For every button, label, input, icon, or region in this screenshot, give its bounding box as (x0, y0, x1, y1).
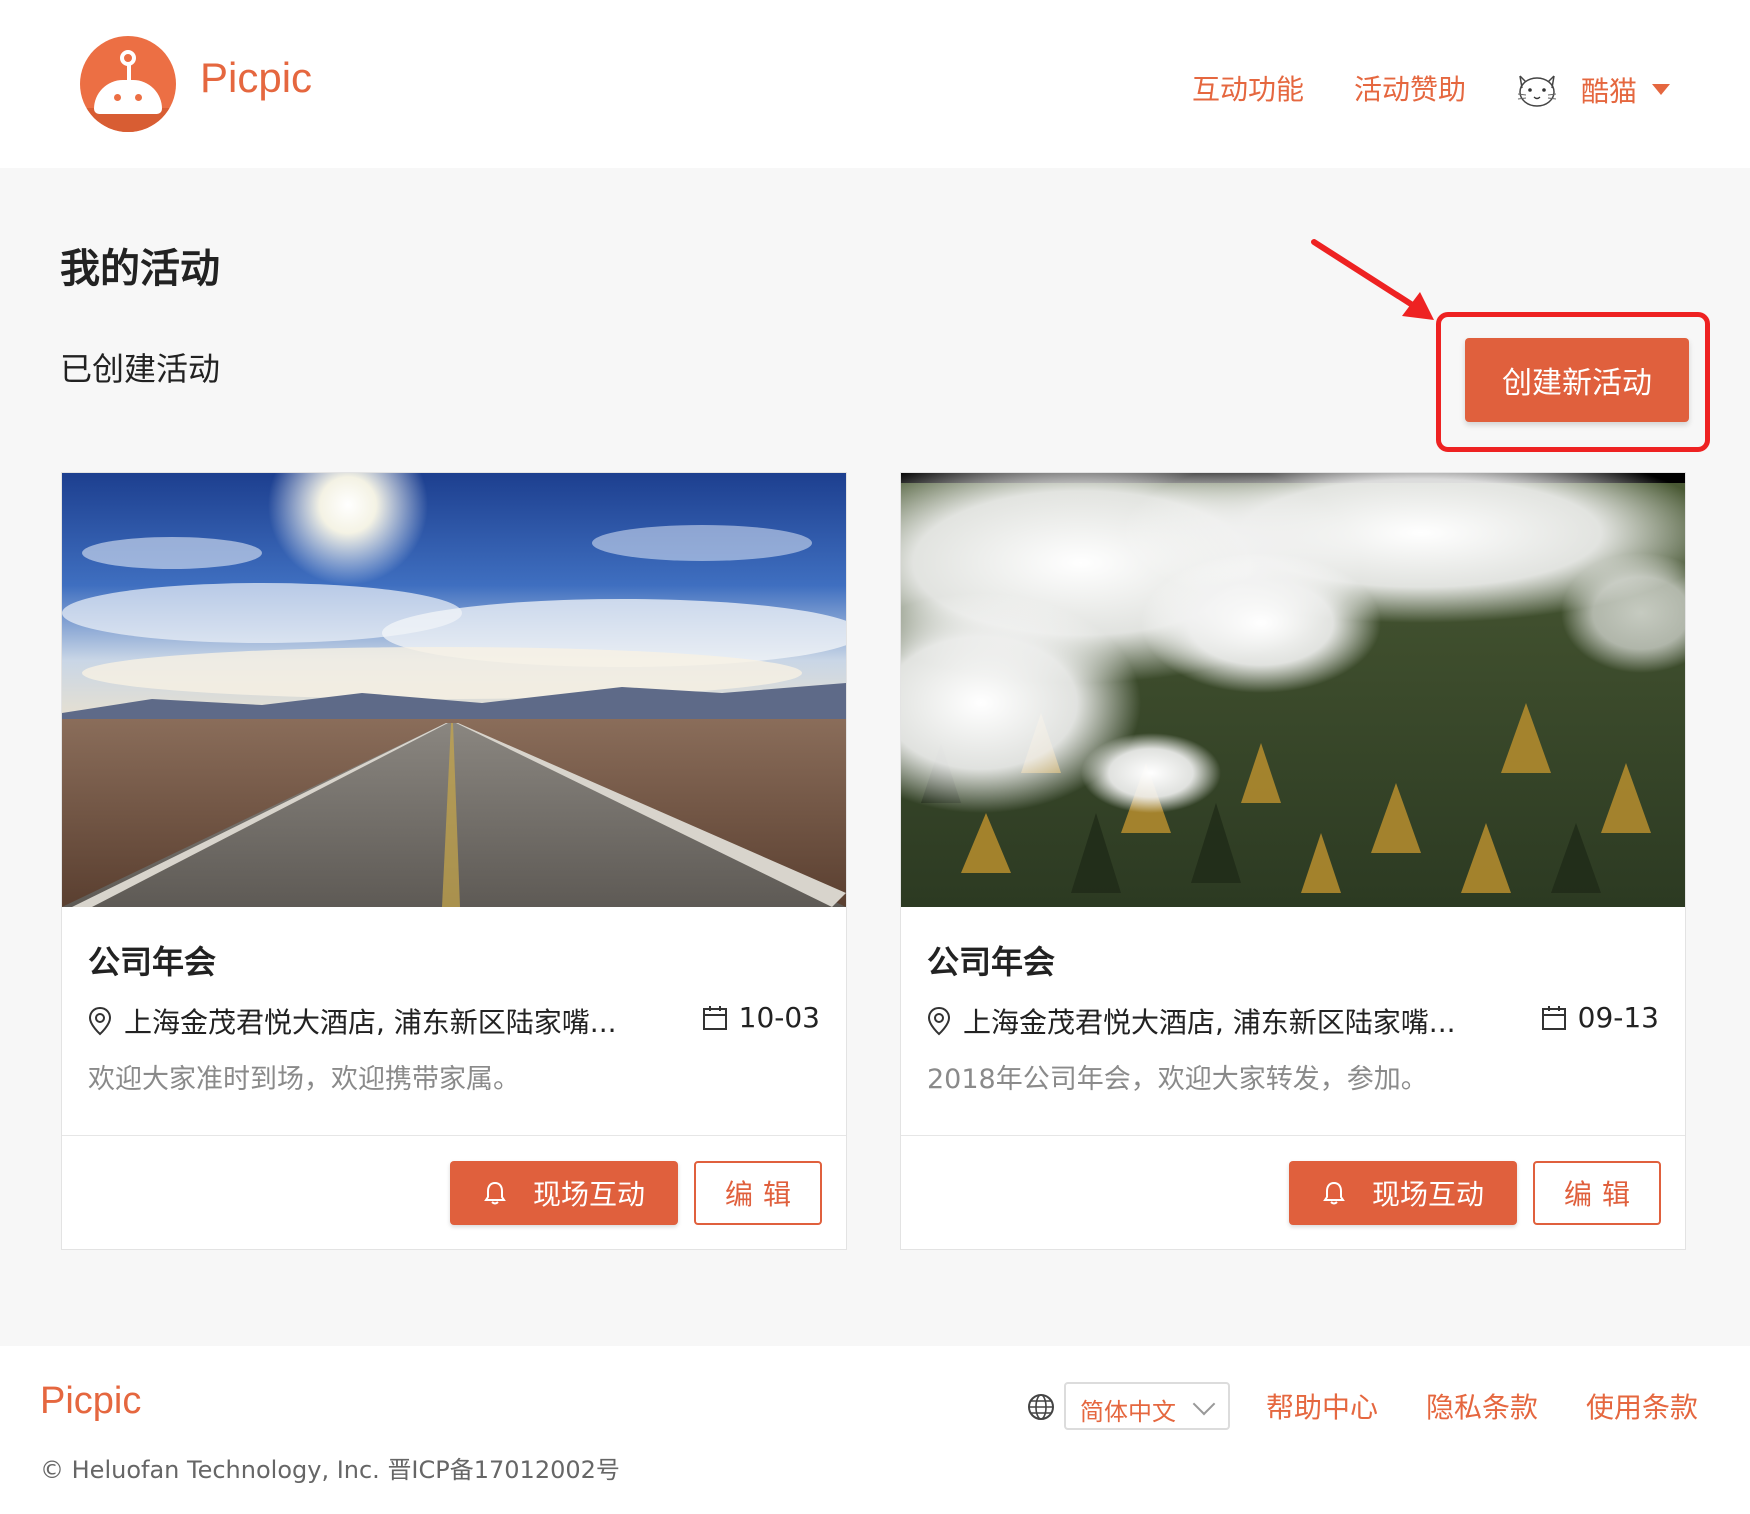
nav-interactive-features[interactable]: 互动功能 (1192, 68, 1304, 108)
brand-name[interactable]: Picpic (200, 54, 312, 102)
live-interaction-label: 现场互动 (1371, 1179, 1484, 1210)
dropdown-caret-icon[interactable] (1652, 84, 1670, 95)
annotation-arrow-icon (1311, 239, 1434, 320)
language-select-value: 简体中文 (1080, 1398, 1176, 1426)
page-title: 我的活动 (60, 246, 220, 292)
card-description: 2018年公司年会，欢迎大家转发，参加。 (927, 1064, 1428, 1095)
card-description: 欢迎大家准时到场，欢迎携带家属。 (88, 1064, 520, 1095)
globe-icon (1028, 1394, 1054, 1420)
event-card[interactable]: 公司年会 上海金茂君悦大酒店, 浦东新区陆家嘴... 10-03 欢迎大家准时到… (61, 472, 847, 1250)
edit-button[interactable]: 编辑 (1533, 1161, 1661, 1225)
live-interaction-button[interactable]: 现场互动 (1289, 1161, 1517, 1225)
card-location-text: 上海金茂君悦大酒店, 浦东新区陆家嘴... (124, 1006, 617, 1039)
card-date-text: 09-13 (1577, 1001, 1659, 1034)
card-title: 公司年会 (927, 943, 1056, 981)
page-footer: Picpic 简体中文 帮助中心 隐私条款 使用条款 © Heluofan Te… (0, 1346, 1750, 1514)
desert-road-photo[interactable] (62, 473, 846, 907)
card-location-text: 上海金茂君悦大酒店, 浦东新区陆家嘴... (963, 1006, 1456, 1039)
event-card[interactable]: 公司年会 上海金茂君悦大酒店, 浦东新区陆家嘴... 09-13 2018年公司… (900, 472, 1686, 1250)
top-header: Picpic 互动功能 活动赞助 酷猫 (0, 0, 1750, 168)
live-interaction-label: 现场互动 (532, 1179, 645, 1210)
cat-avatar-icon[interactable] (1514, 70, 1560, 110)
live-interaction-button[interactable]: 现场互动 (450, 1161, 678, 1225)
card-divider (62, 1135, 846, 1136)
misty-forest-photo[interactable] (901, 473, 1685, 907)
language-select[interactable]: 简体中文 (1064, 1382, 1230, 1430)
help-center-link[interactable]: 帮助中心 (1266, 1386, 1378, 1426)
footer-brand[interactable]: Picpic (40, 1380, 141, 1423)
location-pin-icon (88, 1006, 112, 1036)
terms-of-use-link[interactable]: 使用条款 (1586, 1386, 1698, 1426)
nav-event-sponsorship[interactable]: 活动赞助 (1354, 68, 1466, 108)
card-divider (901, 1135, 1685, 1136)
chevron-down-icon (1192, 1392, 1216, 1416)
edit-button[interactable]: 编辑 (694, 1161, 822, 1225)
section-title: 已创建活动 (60, 350, 221, 388)
card-date: 09-13 (1540, 1001, 1659, 1034)
card-date: 10-03 (701, 1001, 820, 1034)
picpic-logo-icon[interactable] (80, 36, 176, 132)
calendar-icon (1541, 1005, 1566, 1030)
card-location: 上海金茂君悦大酒店, 浦东新区陆家嘴... (927, 1001, 1456, 1041)
create-event-button[interactable]: 创建新活动 (1465, 338, 1689, 422)
location-pin-icon (927, 1006, 951, 1036)
copyright-text: © Heluofan Technology, Inc. 晋ICP备1701200… (40, 1456, 620, 1484)
bell-icon (484, 1181, 506, 1205)
privacy-policy-link[interactable]: 隐私条款 (1426, 1386, 1538, 1426)
card-location: 上海金茂君悦大酒店, 浦东新区陆家嘴... (88, 1001, 617, 1041)
bell-icon (1323, 1181, 1345, 1205)
calendar-icon (702, 1005, 727, 1030)
card-title: 公司年会 (88, 943, 217, 981)
card-date-text: 10-03 (738, 1001, 820, 1034)
user-menu-name[interactable]: 酷猫 (1581, 70, 1637, 110)
